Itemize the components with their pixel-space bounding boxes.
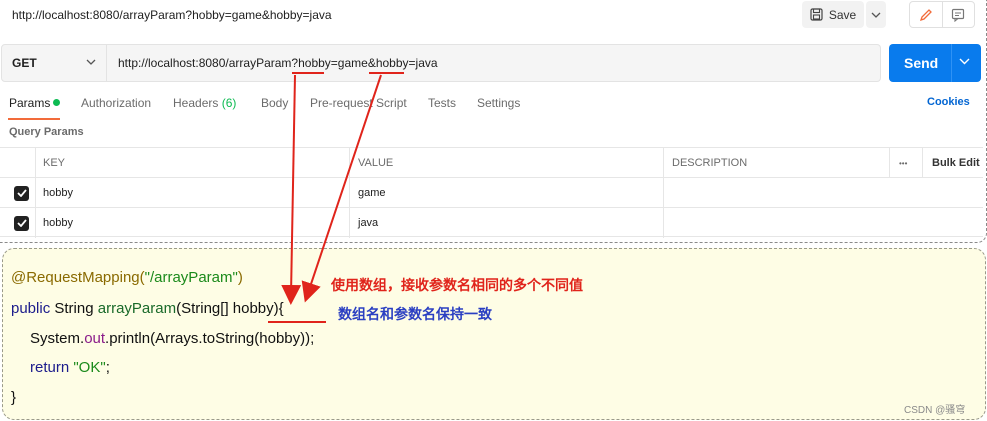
method-select[interactable]: GET bbox=[1, 44, 107, 82]
code-line-annotation: @RequestMapping("/arrayParam") bbox=[11, 269, 243, 286]
tab-authorization[interactable]: Authorization bbox=[81, 96, 151, 110]
param-checkbox[interactable] bbox=[14, 178, 29, 208]
chevron-down-icon bbox=[871, 12, 881, 18]
param-checkbox[interactable] bbox=[14, 208, 29, 238]
checkmark-icon bbox=[14, 185, 29, 201]
tab-params[interactable]: Params bbox=[9, 96, 61, 110]
url-bar: GET http://localhost:8080/arrayParam?hob… bbox=[1, 44, 881, 82]
method-label: GET bbox=[12, 56, 37, 70]
param-key[interactable]: hobby bbox=[43, 208, 73, 238]
save-icon bbox=[810, 8, 823, 21]
right-tool-group bbox=[909, 1, 975, 28]
tab-headers[interactable]: Headers (6) bbox=[173, 96, 236, 110]
param-value[interactable]: java bbox=[358, 208, 378, 238]
annotation-red-note: 使用数组，接收参数名相同的多个不同值 bbox=[331, 277, 583, 293]
chevron-down-icon bbox=[86, 59, 96, 65]
table-row: hobby java bbox=[0, 207, 983, 238]
save-label: Save bbox=[828, 7, 857, 22]
column-header-key: KEY bbox=[43, 157, 66, 169]
request-topbar: http://localhost:8080/arrayParam?hobby=g… bbox=[0, 0, 987, 32]
pencil-icon bbox=[919, 8, 932, 21]
code-line-println: System.out.println(Arrays.toString(hobby… bbox=[30, 330, 315, 347]
code-line-return: return "OK"; bbox=[30, 359, 110, 376]
tab-pre-request-script[interactable]: Pre-request Script bbox=[310, 96, 407, 110]
table-header-row: KEY VALUE DESCRIPTION ••• Bulk Edit bbox=[0, 147, 983, 178]
params-indicator-dot bbox=[53, 99, 61, 106]
headers-count: (6) bbox=[221, 96, 237, 110]
send-label: Send bbox=[904, 55, 939, 71]
postman-request-panel: http://localhost:8080/arrayParam?hobby=g… bbox=[0, 0, 987, 243]
table-row: hobby game bbox=[0, 177, 983, 208]
tab-body[interactable]: Body bbox=[261, 96, 288, 110]
code-line-close: } bbox=[11, 389, 17, 406]
tab-settings[interactable]: Settings bbox=[477, 96, 520, 110]
edit-button[interactable] bbox=[910, 2, 942, 27]
param-key[interactable]: hobby bbox=[43, 178, 73, 208]
tab-params-label: Params bbox=[9, 96, 51, 110]
bulk-edit-button[interactable]: Bulk Edit bbox=[932, 148, 980, 178]
active-tab-underline bbox=[8, 118, 60, 120]
tab-tests[interactable]: Tests bbox=[428, 96, 456, 110]
chevron-down-icon[interactable] bbox=[959, 58, 970, 65]
code-param-hobby: hobby bbox=[232, 300, 274, 317]
request-tabs: Params Authorization Headers (6) Body Pr… bbox=[0, 94, 987, 120]
code-line-signature: public String arrayParam(String[] hobby)… bbox=[11, 300, 284, 317]
checkmark-icon bbox=[14, 215, 29, 231]
comments-button[interactable] bbox=[941, 2, 975, 27]
query-params-title: Query Params bbox=[9, 126, 84, 138]
save-button[interactable]: Save bbox=[802, 1, 864, 28]
query-params-table: KEY VALUE DESCRIPTION ••• Bulk Edit hobb… bbox=[0, 147, 983, 238]
csdn-watermark: CSDN @骚穹 bbox=[904, 405, 966, 416]
param-value[interactable]: game bbox=[358, 178, 386, 208]
save-options-button[interactable] bbox=[866, 1, 886, 28]
comment-icon bbox=[952, 8, 965, 22]
more-options-icon[interactable]: ••• bbox=[899, 148, 907, 178]
column-header-description: DESCRIPTION bbox=[672, 157, 748, 169]
url-input[interactable]: http://localhost:8080/arrayParam?hobby=g… bbox=[107, 44, 881, 82]
tab-headers-label: Headers bbox=[173, 96, 219, 110]
send-button[interactable]: Send bbox=[889, 44, 981, 82]
cookies-link[interactable]: Cookies bbox=[927, 96, 970, 108]
url-text: http://localhost:8080/arrayParam?hobby=g… bbox=[118, 56, 438, 70]
column-header-value: VALUE bbox=[358, 157, 394, 169]
send-divider bbox=[951, 44, 952, 82]
annotation-blue-note: 数组名和参数名保持一致 bbox=[338, 306, 492, 322]
request-title[interactable]: http://localhost:8080/arrayParam?hobby=g… bbox=[12, 8, 332, 22]
